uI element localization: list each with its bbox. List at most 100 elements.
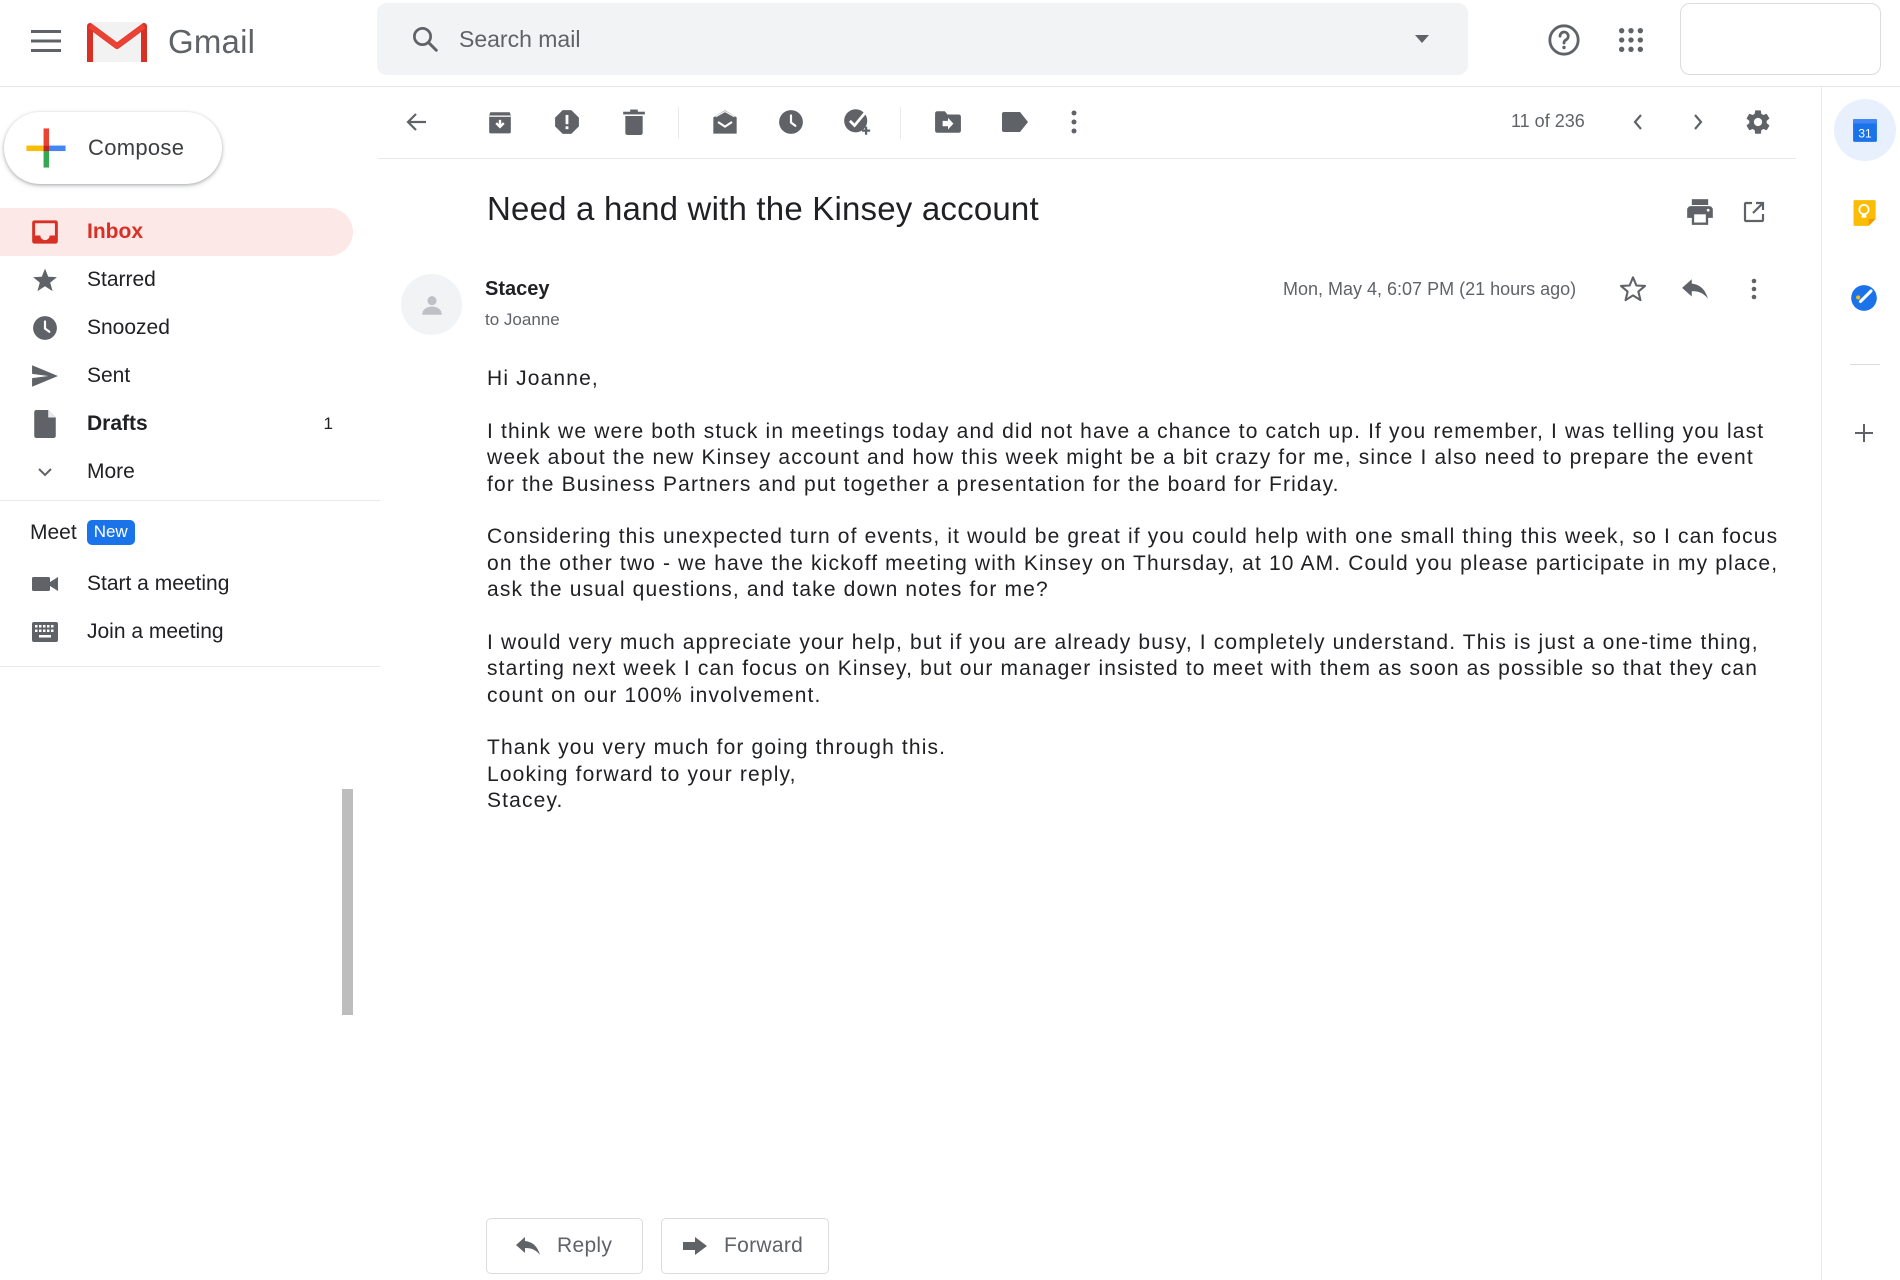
recipient-line[interactable]: to Joanne — [485, 310, 560, 330]
keyboard-icon — [29, 616, 61, 648]
archive-button[interactable] — [475, 97, 525, 147]
clock-icon — [29, 312, 61, 344]
sidebar-nav: Inbox Starred Snoozed Sent Drafts 1 More — [0, 208, 354, 496]
gmail-logo-link[interactable]: Gmail — [86, 14, 255, 70]
plus-icon — [1855, 424, 1873, 442]
sender-avatar[interactable] — [401, 274, 462, 335]
videocam-icon — [29, 568, 61, 600]
to-prefix: to — [485, 310, 500, 329]
send-icon — [29, 360, 61, 392]
search-input[interactable] — [459, 3, 1392, 75]
labels-button[interactable] — [990, 97, 1040, 147]
sidebar-item-label: Drafts — [87, 412, 148, 435]
more-vert-icon — [1071, 110, 1077, 134]
apps-grid-icon — [1618, 27, 1644, 53]
sidebar-divider — [0, 666, 380, 667]
join-meeting-item[interactable]: Join a meeting — [0, 608, 354, 656]
print-all-button[interactable] — [1678, 190, 1722, 234]
top-header: Gmail — [0, 0, 1900, 87]
email-subject: Need a hand with the Kinsey account — [487, 190, 1039, 227]
forward-label: Forward — [724, 1234, 804, 1257]
chevron-right-icon — [1694, 114, 1703, 130]
search-icon — [413, 27, 438, 52]
move-to-button[interactable] — [923, 97, 973, 147]
tasks-icon — [1851, 285, 1877, 311]
email-closing-line: Looking forward to your reply, — [487, 762, 797, 786]
add-to-tasks-button[interactable] — [833, 97, 883, 147]
tasks-app-button[interactable] — [1836, 270, 1892, 326]
sidebar-item-label: Inbox — [87, 220, 143, 243]
meet-section-header: Meet New — [30, 520, 135, 545]
draft-icon — [29, 408, 61, 440]
compose-plus-icon — [26, 128, 66, 168]
trash-icon — [623, 109, 645, 135]
sidebar-divider — [0, 500, 380, 501]
sidebar-item-drafts[interactable]: Drafts 1 — [0, 400, 353, 448]
older-button[interactable] — [1673, 97, 1723, 147]
sidebar-item-starred[interactable]: Starred — [0, 256, 353, 304]
sidebar-item-label: More — [87, 460, 135, 483]
person-icon — [421, 295, 442, 315]
email-closing-line: Thank you very much for going through th… — [487, 736, 947, 759]
archive-icon — [489, 112, 511, 134]
account-button[interactable] — [1680, 3, 1881, 75]
back-button[interactable] — [392, 97, 442, 147]
snooze-button[interactable] — [766, 97, 816, 147]
email-signature: Stacey. — [487, 789, 564, 812]
newer-button[interactable] — [1613, 97, 1663, 147]
sidebar-item-more[interactable]: More — [0, 448, 353, 496]
get-addons-button[interactable] — [1836, 405, 1892, 461]
sender-name[interactable]: Stacey — [485, 278, 550, 301]
more-vert-icon — [1751, 278, 1757, 300]
reply-icon — [1682, 279, 1708, 299]
mark-unread-icon — [713, 110, 737, 134]
sidebar-item-sent[interactable]: Sent — [0, 352, 353, 400]
forward-button[interactable]: Forward — [661, 1218, 829, 1274]
delete-button[interactable] — [609, 97, 659, 147]
search-button[interactable] — [405, 19, 445, 59]
open-in-new-icon — [1743, 201, 1765, 223]
chevron-left-icon — [1633, 114, 1642, 130]
start-meeting-label: Start a meeting — [87, 572, 230, 595]
message-more-button[interactable] — [1731, 266, 1777, 312]
side-panel-border — [1821, 87, 1822, 1280]
add-task-icon — [844, 109, 871, 135]
search-options-button[interactable] — [1392, 9, 1452, 69]
sidebar-item-snoozed[interactable]: Snoozed — [0, 304, 353, 352]
inbox-icon — [29, 216, 61, 248]
email-paragraph: I think we were both stuck in meetings t… — [487, 419, 1765, 496]
forward-icon — [683, 1237, 707, 1255]
star-button[interactable] — [1610, 266, 1656, 312]
side-panel-divider — [1850, 364, 1880, 365]
settings-button[interactable] — [1733, 97, 1783, 147]
sidebar-scrollbar[interactable] — [342, 789, 353, 1015]
reply-button-header[interactable] — [1672, 266, 1718, 312]
more-actions-button[interactable] — [1049, 97, 1099, 147]
label-icon — [1002, 112, 1028, 132]
sidebar-item-inbox[interactable]: Inbox — [0, 208, 353, 256]
clock-icon — [779, 110, 803, 134]
calendar-icon: 31 — [1853, 119, 1877, 142]
email-paragraph: I would very much appreciate your help, … — [487, 630, 1759, 707]
caret-down-icon — [1415, 35, 1429, 43]
help-button[interactable] — [1539, 15, 1589, 65]
drafts-count: 1 — [323, 414, 333, 433]
reply-button[interactable]: Reply — [486, 1218, 643, 1274]
move-to-folder-icon — [935, 111, 961, 133]
calendar-app-button[interactable]: 31 — [1834, 99, 1896, 161]
mark-unread-button[interactable] — [700, 97, 750, 147]
start-meeting-item[interactable]: Start a meeting — [0, 560, 354, 608]
email-paragraph: Considering this unexpected turn of even… — [487, 525, 1779, 601]
report-spam-button[interactable] — [542, 97, 592, 147]
open-new-window-button[interactable] — [1732, 190, 1776, 234]
google-apps-button[interactable] — [1606, 15, 1656, 65]
reply-icon — [516, 1237, 540, 1255]
print-icon — [1687, 199, 1713, 225]
keep-app-button[interactable] — [1836, 185, 1892, 241]
main-menu-button[interactable] — [22, 17, 70, 65]
compose-button[interactable]: Compose — [4, 112, 222, 184]
gear-icon — [1746, 110, 1770, 134]
email-body: Hi Joanne, I think we were both stuck in… — [487, 366, 1787, 815]
star-icon — [29, 264, 61, 296]
reply-label: Reply — [557, 1234, 613, 1257]
